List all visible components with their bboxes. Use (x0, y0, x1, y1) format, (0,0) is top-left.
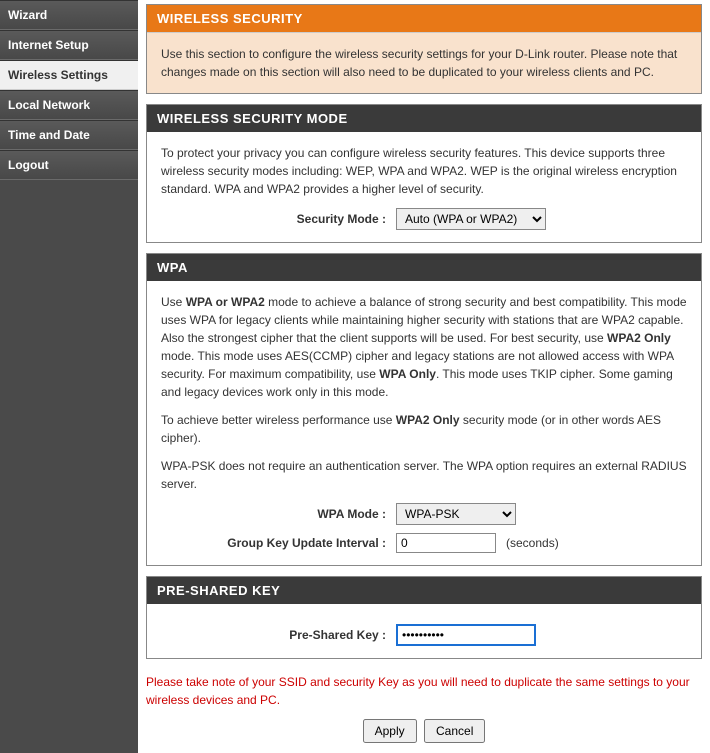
sidebar-item-internet-setup[interactable]: Internet Setup (0, 30, 138, 60)
psk-input[interactable] (396, 624, 536, 646)
security-mode-desc: To protect your privacy you can configur… (161, 144, 687, 198)
wireless-security-panel: WIRELESS SECURITY Use this section to co… (146, 4, 702, 94)
wpa-title: WPA (147, 254, 701, 281)
wpa-mode-select[interactable]: WPA-PSK (396, 503, 516, 525)
wireless-security-desc: Use this section to configure the wirele… (147, 32, 701, 93)
psk-title: PRE-SHARED KEY (147, 577, 701, 604)
button-row: Apply Cancel (146, 719, 702, 743)
sidebar-item-time-and-date[interactable]: Time and Date (0, 120, 138, 150)
cancel-button[interactable]: Cancel (424, 719, 485, 743)
sidebar-item-wireless-settings[interactable]: Wireless Settings (0, 60, 138, 90)
warning-text: Please take note of your SSID and securi… (146, 669, 702, 719)
psk-panel: PRE-SHARED KEY Pre-Shared Key : (146, 576, 702, 659)
sidebar: Wizard Internet Setup Wireless Settings … (0, 0, 138, 753)
sidebar-item-wizard[interactable]: Wizard (0, 0, 138, 30)
group-key-interval-input[interactable] (396, 533, 496, 553)
main-content: WIRELESS SECURITY Use this section to co… (138, 0, 710, 753)
wpa-desc-1: Use WPA or WPA2 mode to achieve a balanc… (161, 293, 687, 401)
sidebar-item-local-network[interactable]: Local Network (0, 90, 138, 120)
wpa-panel: WPA Use WPA or WPA2 mode to achieve a ba… (146, 253, 702, 566)
security-mode-select[interactable]: Auto (WPA or WPA2) (396, 208, 546, 230)
security-mode-title: WIRELESS SECURITY MODE (147, 105, 701, 132)
group-key-interval-suffix: (seconds) (506, 534, 559, 552)
apply-button[interactable]: Apply (363, 719, 417, 743)
security-mode-label: Security Mode : (161, 210, 396, 228)
wpa-desc-2: To achieve better wireless performance u… (161, 411, 687, 447)
psk-label: Pre-Shared Key : (161, 626, 396, 644)
wpa-mode-label: WPA Mode : (161, 505, 396, 523)
wireless-security-title: WIRELESS SECURITY (147, 5, 701, 32)
wpa-desc-3: WPA-PSK does not require an authenticati… (161, 457, 687, 493)
group-key-interval-label: Group Key Update Interval : (161, 534, 396, 552)
sidebar-item-logout[interactable]: Logout (0, 150, 138, 180)
security-mode-panel: WIRELESS SECURITY MODE To protect your p… (146, 104, 702, 243)
